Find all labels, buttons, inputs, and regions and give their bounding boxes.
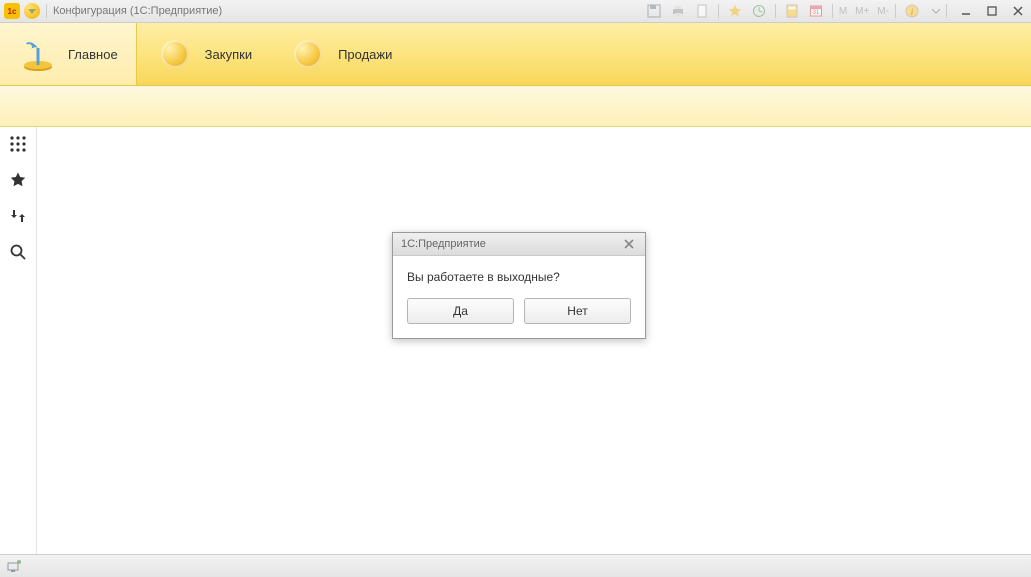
dialog-message: Вы работаете в выходные? bbox=[393, 256, 645, 292]
memory-mminus[interactable]: M- bbox=[877, 6, 889, 17]
tab-main[interactable]: Главное bbox=[0, 23, 137, 85]
coin-icon bbox=[288, 34, 328, 74]
statusbar bbox=[0, 554, 1031, 577]
maximize-button[interactable] bbox=[983, 4, 1001, 18]
dropdown-icon[interactable] bbox=[928, 3, 938, 19]
section-tabs: Главное Закупки Продажи bbox=[0, 23, 1031, 86]
app-logo-icon: 1c bbox=[4, 3, 20, 19]
calculator-icon[interactable] bbox=[784, 3, 800, 19]
memory-m[interactable]: M bbox=[839, 6, 847, 17]
content-area bbox=[37, 127, 1031, 554]
tab-sales-label: Продажи bbox=[338, 47, 392, 62]
separator bbox=[775, 4, 776, 18]
window-title: Конфигурация (1С:Предприятие) bbox=[53, 5, 222, 17]
separator bbox=[946, 4, 947, 18]
print-icon[interactable] bbox=[670, 3, 686, 19]
dialog-title: 1С:Предприятие bbox=[401, 238, 486, 250]
dialog-yes-button[interactable]: Да bbox=[407, 298, 514, 324]
separator bbox=[46, 4, 47, 18]
app-window: 1c Конфигурация (1С:Предприятие) 31 M M+… bbox=[0, 0, 1031, 577]
main-menu-dropdown-icon[interactable] bbox=[24, 3, 40, 19]
tab-purchases[interactable]: Закупки bbox=[137, 23, 270, 85]
save-icon[interactable] bbox=[646, 3, 662, 19]
desk-lamp-icon bbox=[18, 34, 58, 74]
status-connection-icon[interactable] bbox=[6, 558, 22, 574]
svg-text:31: 31 bbox=[812, 10, 819, 16]
dialog-buttons: Да Нет bbox=[393, 292, 645, 338]
separator bbox=[832, 4, 833, 18]
calendar-icon[interactable]: 31 bbox=[808, 3, 824, 19]
info-icon[interactable]: i bbox=[904, 3, 920, 19]
minimize-button[interactable] bbox=[957, 4, 975, 18]
tab-purchases-label: Закупки bbox=[205, 47, 252, 62]
body bbox=[0, 127, 1031, 554]
history-nav-icon[interactable] bbox=[9, 207, 27, 225]
titlebar: 1c Конфигурация (1С:Предприятие) 31 M M+… bbox=[0, 0, 1031, 23]
dialog-close-button[interactable] bbox=[621, 236, 637, 252]
section-subband bbox=[0, 86, 1031, 127]
confirm-dialog: 1С:Предприятие Вы работаете в выходные? … bbox=[392, 232, 646, 339]
apps-grid-icon[interactable] bbox=[9, 135, 27, 153]
search-icon[interactable] bbox=[9, 243, 27, 261]
coin-icon bbox=[155, 34, 195, 74]
document-icon[interactable] bbox=[694, 3, 710, 19]
dialog-no-button[interactable]: Нет bbox=[524, 298, 631, 324]
close-button[interactable] bbox=[1009, 4, 1027, 18]
history-icon[interactable] bbox=[751, 3, 767, 19]
star-icon[interactable] bbox=[9, 171, 27, 189]
memory-mplus[interactable]: M+ bbox=[855, 6, 869, 17]
tab-main-label: Главное bbox=[68, 47, 118, 62]
dialog-titlebar: 1С:Предприятие bbox=[393, 233, 645, 256]
tab-sales[interactable]: Продажи bbox=[270, 23, 410, 85]
left-sidebar bbox=[0, 127, 37, 554]
separator bbox=[895, 4, 896, 18]
separator bbox=[718, 4, 719, 18]
favorite-icon[interactable] bbox=[727, 3, 743, 19]
